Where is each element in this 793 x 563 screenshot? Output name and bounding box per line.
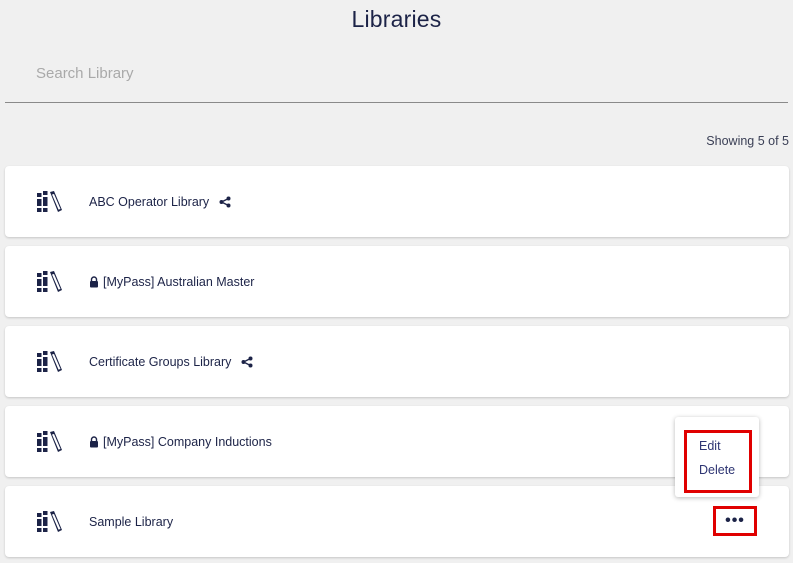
page-title: Libraries <box>351 6 442 32</box>
books-icon <box>37 191 62 212</box>
library-name-row: Certificate Groups Library <box>89 326 253 397</box>
more-options-button[interactable]: ••• <box>713 506 757 536</box>
menu-item-delete[interactable]: Delete <box>699 463 735 477</box>
share-icon[interactable] <box>241 356 253 368</box>
search-input[interactable] <box>36 63 736 83</box>
lock-icon <box>90 435 98 447</box>
library-name[interactable]: [MyPass] Australian Master <box>103 275 254 289</box>
search-bar <box>5 55 788 103</box>
library-name[interactable]: [MyPass] Company Inductions <box>103 435 272 449</box>
books-icon <box>37 351 62 372</box>
results-count: Showing 5 of 5 <box>706 134 789 148</box>
library-name[interactable]: Certificate Groups Library <box>89 355 231 369</box>
library-card[interactable]: [MyPass] Company Inductions <box>5 406 789 477</box>
books-icon <box>37 511 62 532</box>
library-name[interactable]: Sample Library <box>89 515 173 529</box>
library-name-row: [MyPass] Australian Master <box>89 246 254 317</box>
library-name-row: [MyPass] Company Inductions <box>89 406 272 477</box>
library-card[interactable]: Certificate Groups Library <box>5 326 789 397</box>
library-card[interactable]: [MyPass] Australian Master <box>5 246 789 317</box>
library-name[interactable]: ABC Operator Library <box>89 195 209 209</box>
context-menu: Edit Delete <box>675 417 759 497</box>
library-name-row: Sample Library <box>89 486 173 557</box>
lock-icon <box>90 275 98 287</box>
books-icon <box>37 271 62 292</box>
menu-item-edit[interactable]: Edit <box>699 439 721 453</box>
library-card[interactable]: Sample Library ••• <box>5 486 789 557</box>
share-icon[interactable] <box>219 196 231 208</box>
library-card[interactable]: ABC Operator Library <box>5 166 789 237</box>
library-name-row: ABC Operator Library <box>89 166 231 237</box>
books-icon <box>37 431 62 452</box>
